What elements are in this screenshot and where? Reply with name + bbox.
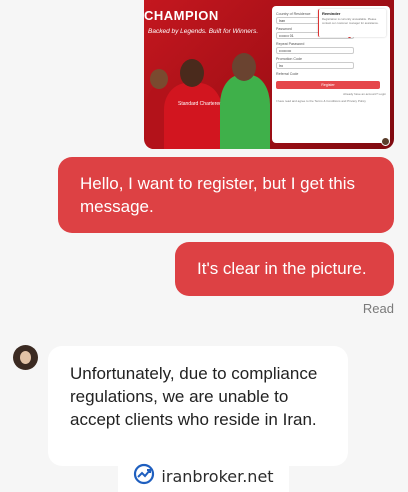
reminder-title: Reminder: [322, 11, 341, 16]
attachment-subtitle: Backed by Legends. Built for Winners.: [148, 28, 259, 35]
repeat-password-label: Repeat Password: [276, 42, 305, 46]
outgoing-message: Hello, I want to register, but I get thi…: [58, 157, 394, 233]
registration-form: Country of Residence Iran Password •••••…: [272, 6, 390, 143]
avatar: [381, 137, 390, 146]
promo-label: Promotion Code: [276, 57, 302, 61]
promo-field: Iro: [276, 62, 354, 69]
attachment-banner: CHAMPION: [144, 8, 219, 23]
player-figure: [220, 53, 270, 149]
password-value: •••••••• 01: [279, 34, 294, 38]
chart-arrow-icon: [133, 463, 155, 490]
jersey-sponsor: Standard Chartered: [178, 101, 222, 107]
repeat-password-field: ••••••••••: [276, 47, 354, 54]
agent-avatar: [13, 345, 38, 370]
reminder-popup: Reminder Registration is currently unava…: [318, 9, 386, 37]
read-receipt: Read: [362, 301, 394, 316]
referral-label: Referral Code: [276, 72, 299, 76]
screenshot-attachment[interactable]: CHAMPION Backed by Legends. Built for Wi…: [144, 0, 394, 149]
player-figure: Standard Chartered: [164, 59, 222, 149]
outgoing-message: It's clear in the picture.: [175, 242, 394, 296]
watermark: iranbroker.net: [118, 460, 289, 492]
register-button: Register: [276, 81, 380, 89]
login-link: Already have an account? Login: [343, 92, 386, 96]
reminder-text: Registration is currently unavailable. P…: [322, 17, 379, 25]
watermark-text: iranbroker.net: [161, 466, 274, 486]
incoming-message: Unfortunately, due to compliance regulat…: [48, 346, 348, 466]
terms-text: I have read and agree to the Terms & Con…: [276, 99, 366, 103]
